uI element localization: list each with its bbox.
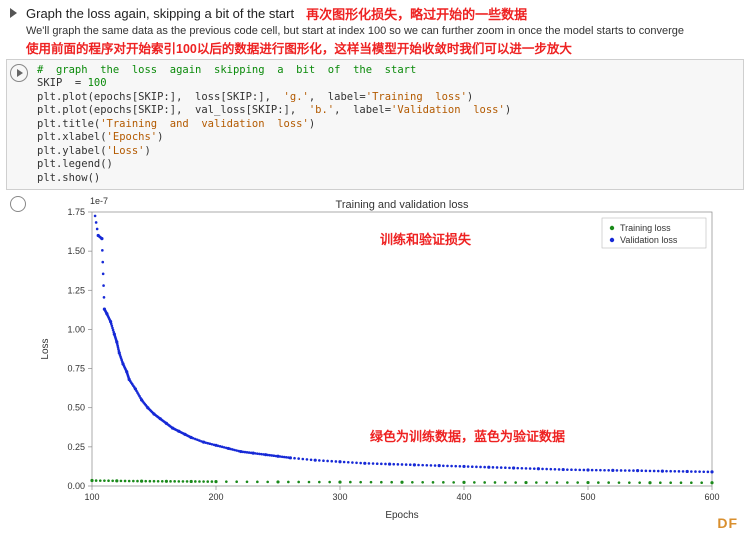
chart-output: 1e-7 训练和验证损失 绿色为训练数据，蓝色为验证数据 Training an… — [30, 194, 744, 524]
svg-text:Training loss: Training loss — [620, 223, 671, 233]
annotation-chart-title: 训练和验证损失 — [380, 229, 471, 248]
svg-text:1.50: 1.50 — [67, 246, 85, 256]
svg-text:1.25: 1.25 — [67, 285, 85, 295]
annotation-series: 绿色为训练数据，蓝色为验证数据 — [370, 426, 565, 445]
sci-notation: 1e-7 — [90, 196, 108, 206]
code-cell[interactable]: # graph the loss again skipping a bit of… — [6, 59, 744, 190]
output-indicator-icon — [10, 196, 26, 212]
svg-text:200: 200 — [208, 492, 223, 502]
code-content[interactable]: # graph the loss again skipping a bit of… — [31, 60, 517, 189]
svg-text:Epochs: Epochs — [385, 510, 418, 521]
section-title: Graph the loss again, skipping a bit of … — [26, 6, 294, 21]
run-button[interactable] — [10, 64, 28, 82]
annotation-desc: 使用前面的程序对开始索引100以后的数据进行图形化，这样当模型开始收敛时我们可以… — [26, 38, 740, 57]
svg-text:0.75: 0.75 — [67, 364, 85, 374]
svg-text:300: 300 — [332, 492, 347, 502]
svg-text:0.50: 0.50 — [67, 403, 85, 413]
svg-text:600: 600 — [704, 492, 719, 502]
annotation-top: 再次图形化损失，略过开始的一些数据 — [306, 4, 527, 23]
svg-text:0.25: 0.25 — [67, 442, 85, 452]
svg-text:1.00: 1.00 — [67, 324, 85, 334]
expand-icon[interactable] — [10, 8, 17, 18]
svg-text:Training and validation loss: Training and validation loss — [336, 199, 469, 211]
svg-text:Loss: Loss — [40, 338, 51, 359]
svg-text:500: 500 — [580, 492, 595, 502]
svg-text:1.75: 1.75 — [67, 207, 85, 217]
svg-text:Validation loss: Validation loss — [620, 235, 678, 245]
section-desc: We'll graph the same data as the previou… — [26, 25, 740, 37]
watermark: DF — [717, 515, 738, 531]
svg-text:0.00: 0.00 — [67, 481, 85, 491]
svg-text:100: 100 — [84, 492, 99, 502]
svg-text:400: 400 — [456, 492, 471, 502]
